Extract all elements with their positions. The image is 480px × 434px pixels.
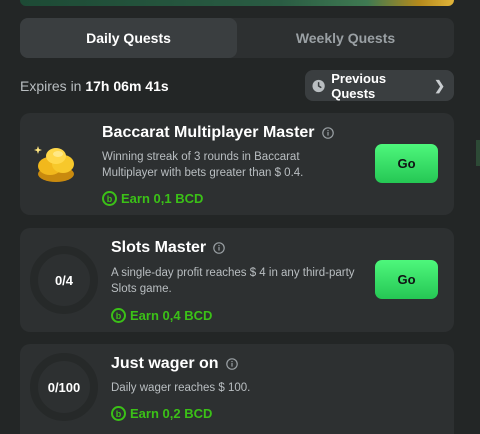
quest-card-slots: 0/4 Slots Master A single-day profit rea… [20,228,454,332]
quest-title: Just wager on [111,355,238,373]
quest-title-text: Slots Master [111,239,207,256]
quest-card-baccarat: Baccarat Multiplayer Master Winning stre… [20,113,454,215]
go-button[interactable]: Go [375,144,438,183]
gold-coins-icon [34,146,74,182]
reward-text: Earn 0,2 BCD [130,406,213,421]
progress-ring: 0/4 [30,246,98,314]
svg-text:b: b [116,409,122,419]
reward-text: Earn 0,1 BCD [121,191,204,206]
quest-title-text: Just wager on [111,355,219,372]
bcd-coin-icon: b [102,191,117,206]
expires-countdown: 17h 06m 41s [85,78,169,94]
side-panel-edge [476,140,480,166]
quest-tabs: Daily Quests Weekly Quests [20,18,454,58]
clock-icon [312,79,325,92]
previous-quests-label: Previous Quests [331,70,387,101]
expires-prefix: Expires in [20,78,82,94]
previous-quests-button[interactable]: Previous Quests ❯ [305,70,454,101]
quest-title: Baccarat Multiplayer Master [102,124,334,142]
quest-reward: b Earn 0,4 BCD [111,308,212,323]
quest-description: Daily wager reaches $ 100. [111,382,251,394]
quest-reward: b Earn 0,2 BCD [111,406,212,421]
go-button[interactable]: Go [375,260,438,299]
bcd-coin-icon: b [111,308,126,323]
quest-title-text: Baccarat Multiplayer Master [102,124,315,141]
top-banner [20,0,454,6]
info-icon[interactable] [225,358,238,370]
tab-daily-quests[interactable]: Daily Quests [20,18,237,58]
tab-weekly-quests[interactable]: Weekly Quests [237,18,454,58]
quest-card-wager: 0/100 Just wager on Daily wager reaches … [20,344,454,434]
quest-description: A single-day profit reaches $ 4 in any t… [111,267,355,295]
quest-reward: b Earn 0,1 BCD [102,191,203,206]
reward-text: Earn 0,4 BCD [130,308,213,323]
quest-title: Slots Master [111,239,225,257]
quest-description: Winning streak of 3 rounds in Baccarat M… [102,151,304,179]
svg-text:b: b [116,311,122,321]
svg-text:b: b [107,194,113,204]
expires-text: Expires in 17h 06m 41s [20,78,169,94]
progress-ring: 0/100 [30,353,98,421]
chevron-right-icon: ❯ [434,77,445,93]
info-icon[interactable] [321,127,334,139]
bcd-coin-icon: b [111,406,126,421]
info-icon[interactable] [213,242,225,254]
